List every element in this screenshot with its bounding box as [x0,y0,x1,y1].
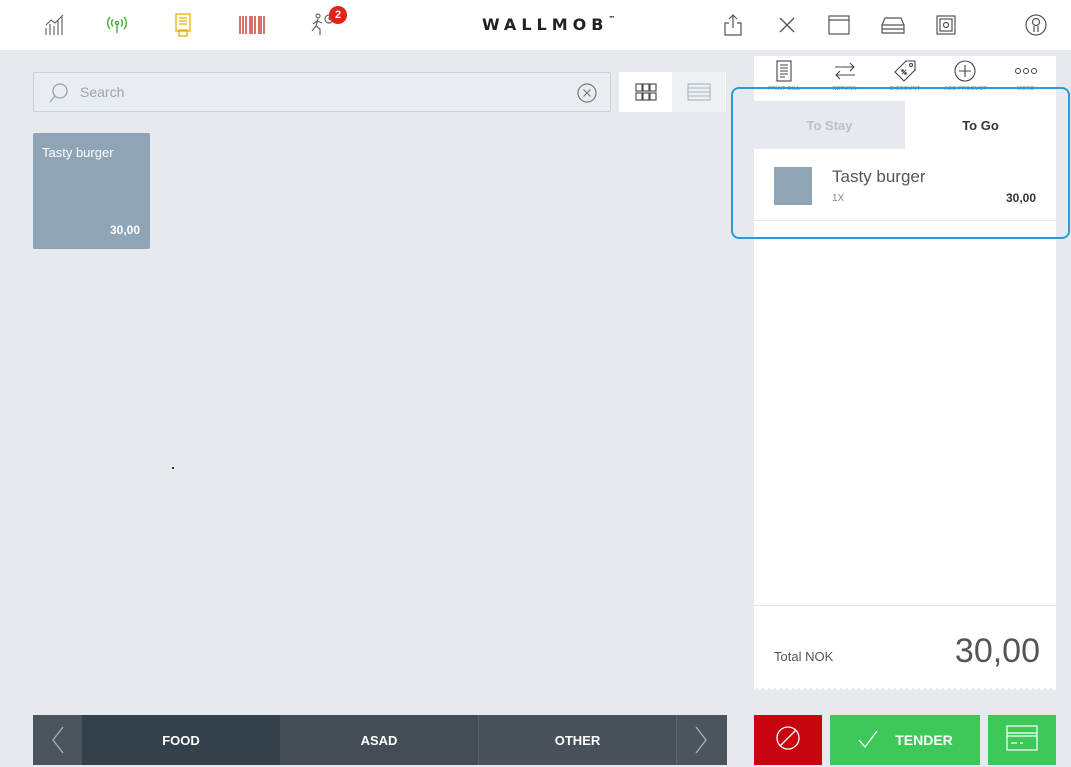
discount-tag-icon [893,56,917,86]
list-view-button[interactable] [672,72,725,112]
add-product-icon [953,56,977,86]
receipt-edge [754,686,1056,690]
tender-label: TENDER [895,732,953,748]
wireless-icon[interactable] [100,8,134,42]
print-bill-button[interactable]: PRINT BILL [754,56,814,98]
stray-dot [172,467,174,469]
search-bar [33,72,611,112]
product-tile[interactable]: Tasty burger 30,00 [33,133,150,249]
return-button[interactable]: RETURN [814,56,874,98]
grid-view-button[interactable] [619,72,672,112]
stats-icon[interactable] [38,8,72,42]
search-icon [48,82,70,109]
return-icon [833,56,857,86]
order-total: Total NOK 30,00 [754,605,1056,688]
action-toolbar: PRINT BILL RETURN DISCOUNT ADD PRODUCT M… [754,56,1056,98]
void-icon [775,725,801,756]
order-type-tabs: To Stay To Go [754,101,1056,149]
add-product-button[interactable]: ADD PRODUCT [935,56,995,98]
tab-to-go[interactable]: To Go [905,101,1056,149]
runner-clock-icon[interactable]: 2 [305,6,347,42]
more-icon [1014,56,1037,86]
safe-icon[interactable] [929,8,963,42]
order-line-item[interactable]: Tasty burger 1X 30,00 [754,153,1056,221]
close-icon[interactable] [770,8,804,42]
card-payment-button[interactable] [988,715,1056,765]
category-prev-button[interactable] [33,715,82,765]
line-item-quantity: 1X [832,193,845,204]
card-icon [1005,724,1039,757]
discount-button[interactable]: DISCOUNT [875,56,935,98]
barcode-icon[interactable] [235,8,269,42]
notification-badge: 2 [329,6,347,24]
category-tab-other[interactable]: OTHER [478,715,676,765]
order-panel: To Stay To Go Tasty burger 1X 30,00 Tota… [754,98,1056,688]
brand-logo: WALLMOB™ [482,15,616,34]
cash-drawer-icon[interactable] [876,8,910,42]
product-price: 30,00 [109,223,140,237]
receipt-printer-icon[interactable] [166,8,200,42]
checkmark-icon [857,729,879,752]
tender-button[interactable]: TENDER [830,715,980,765]
share-icon[interactable] [716,8,750,42]
product-color-swatch [774,167,812,205]
print-bill-icon [775,56,793,86]
tab-to-stay[interactable]: To Stay [754,101,905,149]
view-toggle [619,72,726,112]
category-next-button[interactable] [676,715,725,765]
category-tab-food[interactable]: FOOD [82,715,280,765]
user-icon[interactable] [1019,8,1053,42]
line-item-price: 30,00 [1005,191,1036,205]
top-bar: 2 WALLMOB™ [0,0,1071,50]
total-label: Total NOK [774,649,834,664]
clear-search-icon[interactable] [576,82,598,109]
window-icon[interactable] [822,8,856,42]
void-button[interactable] [754,715,822,765]
category-tab-asad[interactable]: ASAD [280,715,478,765]
search-input[interactable] [80,81,560,103]
more-button[interactable]: MORE [996,56,1056,98]
category-bar: FOOD ASAD OTHER [33,715,727,765]
product-name: Tasty burger [42,145,114,160]
line-item-name: Tasty burger [832,167,926,186]
total-value: 30,00 [954,632,1040,670]
